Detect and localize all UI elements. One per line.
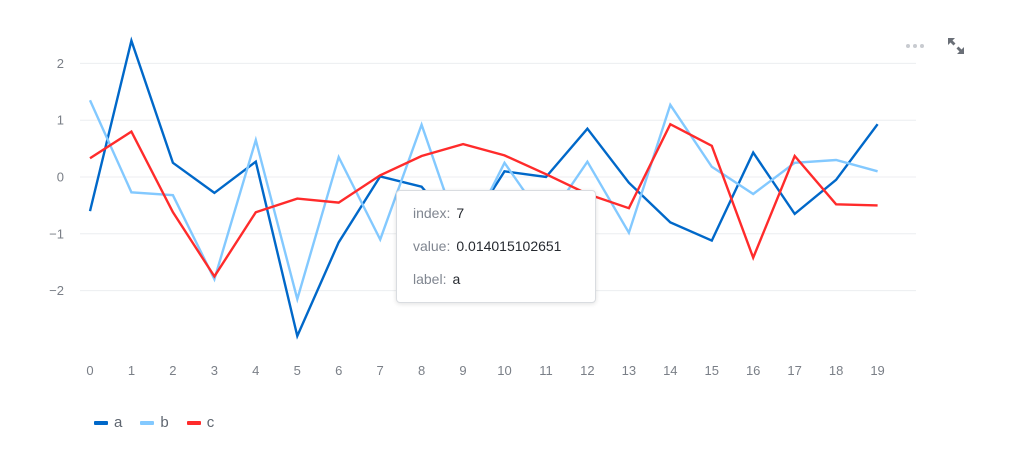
x-tick-label: 14 bbox=[663, 363, 677, 378]
tooltip-value-value: 0.014015102651 bbox=[456, 238, 562, 254]
x-tick-label: 13 bbox=[622, 363, 636, 378]
legend-item-a[interactable]: a bbox=[94, 414, 122, 431]
x-tick-label: 19 bbox=[870, 363, 884, 378]
x-tick-label: 2 bbox=[169, 363, 176, 378]
y-tick-label: 1 bbox=[57, 113, 64, 128]
legend-swatch bbox=[94, 420, 108, 425]
legend-label: c bbox=[206, 414, 215, 431]
x-tick-label: 15 bbox=[705, 363, 719, 378]
tooltip-value-key: value: bbox=[413, 238, 451, 254]
tooltip-label-value: a bbox=[452, 271, 461, 287]
x-tick-label: 10 bbox=[497, 363, 511, 378]
y-tick-label: −1 bbox=[49, 226, 64, 241]
x-tick-label: 7 bbox=[377, 363, 384, 378]
y-axis: 2 1 0 −1 −2 bbox=[49, 56, 64, 298]
y-tick-label: 2 bbox=[57, 56, 64, 71]
x-tick-label: 12 bbox=[580, 363, 594, 378]
x-tick-label: 0 bbox=[86, 363, 93, 378]
x-tick-label: 9 bbox=[459, 363, 466, 378]
legend-label: b bbox=[160, 414, 169, 431]
tooltip-label-key: label: bbox=[413, 271, 447, 287]
legend-item-c[interactable]: c bbox=[186, 414, 215, 431]
expand-icon[interactable] bbox=[946, 36, 966, 56]
more-options-icon[interactable] bbox=[906, 44, 924, 48]
x-axis: 0 1 2 3 4 5 6 7 8 9 10 11 12 13 14 15 16 17 18 19 bbox=[86, 363, 884, 378]
x-tick-label: 8 bbox=[418, 363, 425, 378]
x-tick-label: 1 bbox=[128, 363, 135, 378]
legend-swatch bbox=[140, 420, 155, 425]
x-tick-label: 18 bbox=[829, 363, 843, 378]
x-tick-label: 5 bbox=[294, 363, 301, 378]
chart-toolbar bbox=[906, 36, 966, 56]
legend-swatch bbox=[186, 420, 201, 425]
tooltip-index-value: 7 bbox=[456, 205, 465, 221]
x-tick-label: 3 bbox=[211, 363, 218, 378]
tooltip: index: 7 value: 0.014015102651 label: a bbox=[396, 190, 596, 303]
x-tick-label: 11 bbox=[539, 363, 553, 378]
legend-item-b[interactable]: b bbox=[140, 414, 169, 431]
legend: a b c bbox=[94, 414, 214, 431]
legend-label: a bbox=[114, 414, 123, 431]
y-tick-label: −2 bbox=[49, 283, 64, 298]
x-tick-label: 4 bbox=[252, 363, 259, 378]
tooltip-index-key: index: bbox=[413, 205, 451, 221]
x-tick-label: 6 bbox=[335, 363, 342, 378]
y-tick-label: 0 bbox=[57, 170, 64, 185]
x-tick-label: 17 bbox=[787, 363, 801, 378]
x-tick-label: 16 bbox=[746, 363, 760, 378]
